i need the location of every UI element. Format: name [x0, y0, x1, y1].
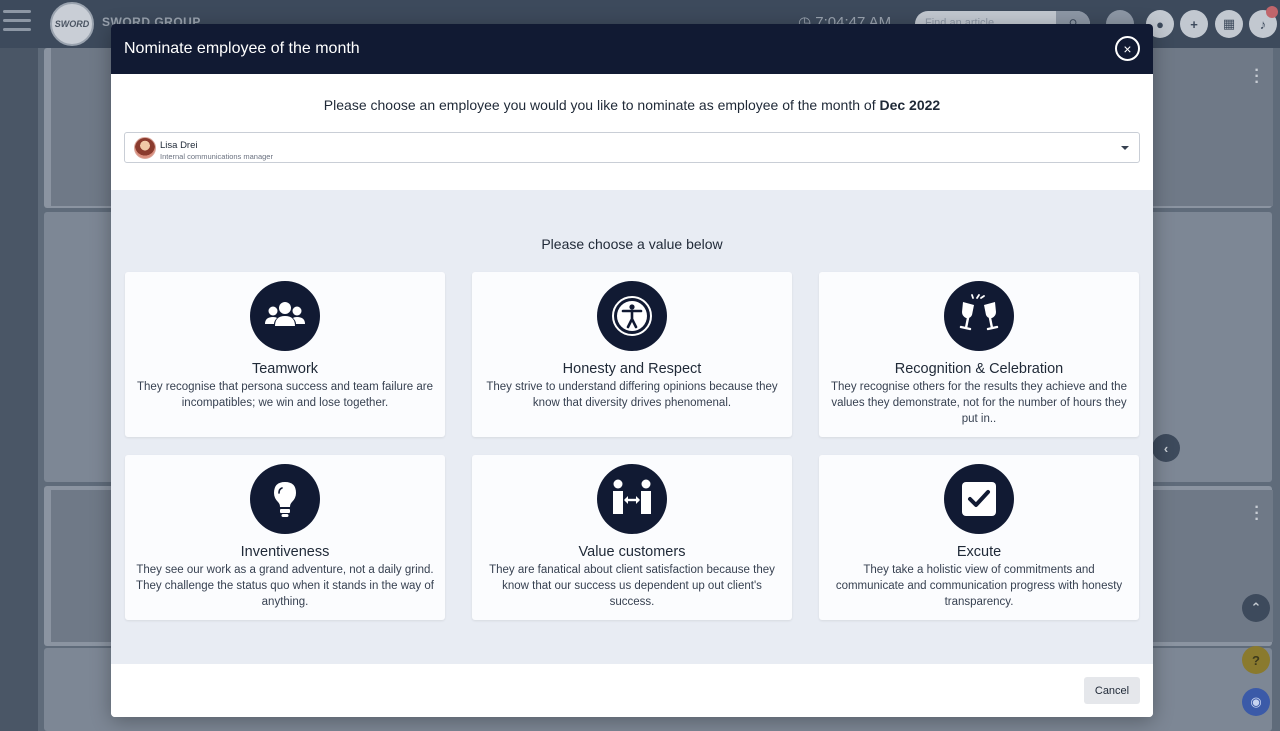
background-card-image	[51, 490, 111, 642]
value-title: Inventiveness	[240, 544, 330, 560]
check-square-icon	[944, 464, 1014, 534]
notification-badge	[1266, 6, 1278, 18]
employee-name: Lisa Drei	[160, 140, 198, 151]
value-card-value-customers[interactable]: Value customers They are fanatical about…	[472, 455, 792, 620]
value-title: Recognition & Celebration	[894, 361, 1064, 377]
value-description: They recognise others for the results th…	[831, 381, 1127, 425]
more-options-icon[interactable]: · · ·	[1254, 500, 1260, 528]
value-card-recognition-celebration[interactable]: Recognition & Celebration They recognise…	[819, 272, 1139, 437]
chevron-down-icon[interactable]	[1121, 146, 1129, 150]
nomination-prompt: Please choose an employee you would you …	[111, 97, 1153, 113]
chat-icon[interactable]: ◉	[1242, 688, 1270, 716]
value-card-inventiveness[interactable]: Inventiveness They see our work as a gra…	[125, 455, 445, 620]
employee-avatar	[134, 137, 156, 159]
values-heading: Please choose a value below	[541, 236, 723, 252]
values-section: Please choose a value below Teamwork The…	[111, 190, 1153, 664]
close-button[interactable]: ×	[1115, 36, 1140, 61]
lightbulb-icon	[250, 464, 320, 534]
glasses-cheers-icon	[944, 281, 1014, 351]
nominate-modal: Nominate employee of the month × Please …	[111, 24, 1153, 717]
value-title: Excute	[956, 544, 1002, 560]
value-title: Value customers	[578, 544, 686, 560]
value-title: Teamwork	[251, 361, 319, 377]
scroll-top-icon[interactable]: ⌃	[1242, 594, 1270, 622]
value-description: They strive to understand differing opin…	[486, 381, 778, 409]
people-arrows-icon	[597, 464, 667, 534]
cancel-button[interactable]: Cancel	[1084, 677, 1140, 704]
value-card-excute[interactable]: Excute They take a holistic view of comm…	[819, 455, 1139, 620]
carousel-arrow-icon[interactable]: ‹	[1152, 434, 1180, 462]
add-icon[interactable]: +	[1180, 10, 1208, 38]
close-icon: ×	[1123, 40, 1132, 57]
prompt-text: Please choose an employee you would you …	[323, 97, 880, 113]
background-card-image	[51, 48, 111, 206]
more-options-icon[interactable]: · · ·	[1254, 63, 1260, 91]
employee-role: Internal communications manager	[160, 152, 273, 161]
value-description: They recognise that persona success and …	[137, 381, 433, 409]
employee-select[interactable]: Lisa Drei Internal communications manage…	[124, 132, 1140, 163]
value-card-teamwork[interactable]: Teamwork They recognise that persona suc…	[125, 272, 445, 437]
value-title: Honesty and Respect	[562, 361, 702, 377]
modal-header: Nominate employee of the month ×	[111, 24, 1153, 74]
modal-title: Nominate employee of the month	[124, 40, 360, 57]
prompt-month: Dec 2022	[879, 97, 941, 113]
hamburger-menu-icon[interactable]	[3, 10, 31, 34]
value-description: They see our work as a grand adventure, …	[136, 564, 434, 608]
app-sidebar	[0, 48, 38, 731]
help-icon[interactable]: ?	[1242, 646, 1270, 674]
company-logo: SWORD	[50, 2, 94, 46]
value-description: They take a holistic view of commitments…	[835, 564, 1123, 608]
employee-select-section: Please choose an employee you would you …	[111, 74, 1153, 190]
universal-access-icon	[597, 281, 667, 351]
value-description: They are fanatical about client satisfac…	[489, 564, 775, 608]
value-card-honesty-and-respect[interactable]: Honesty and Respect They strive to under…	[472, 272, 792, 437]
calendar-icon[interactable]: ▦	[1215, 10, 1243, 38]
users-icon	[250, 281, 320, 351]
modal-footer: Cancel	[111, 664, 1153, 717]
